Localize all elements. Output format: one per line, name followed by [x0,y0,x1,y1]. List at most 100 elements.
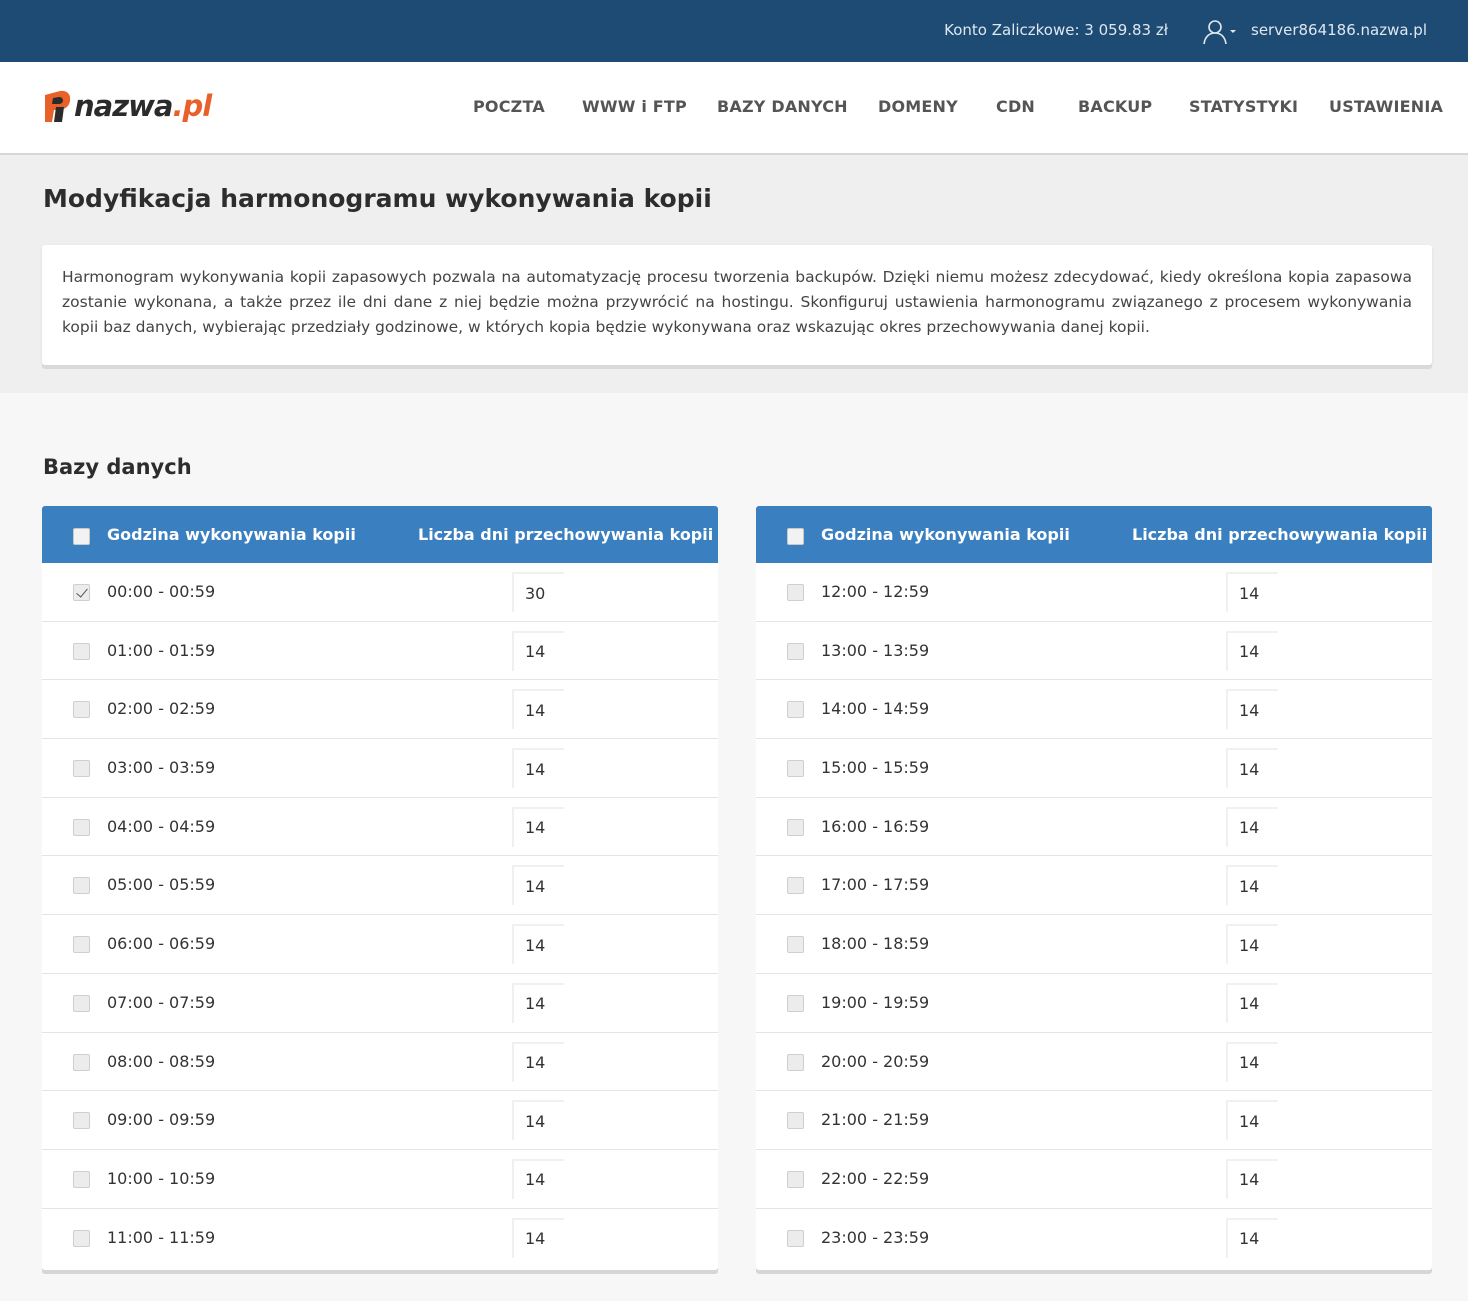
table-row: 03:00 - 03:59 [42,739,718,798]
table-row: 23:00 - 23:59 [756,1209,1432,1268]
table-row: 15:00 - 15:59 [756,739,1432,798]
hour-checkbox[interactable] [73,936,90,954]
retention-days-input[interactable] [1226,1100,1278,1141]
hour-range: 16:00 - 16:59 [821,816,930,836]
retention-days-input[interactable] [512,689,564,730]
table-row: 12:00 - 12:59 [756,563,1432,622]
retention-days-input[interactable] [1226,865,1278,906]
hour-range: 19:00 - 19:59 [821,992,930,1012]
table-body: 00:00 - 00:59 01:00 - 01:59 02:00 - 02:59 0… [42,563,718,1267]
hour-checkbox[interactable] [787,584,804,601]
column-header-hour: Godzina wykonywania kopii [107,525,356,544]
hour-range: 14:00 - 14:59 [821,699,930,719]
hour-range: 11:00 - 11:59 [107,1227,216,1247]
hour-checkbox[interactable] [73,642,90,660]
select-all-checkbox[interactable] [73,528,90,545]
column-header-days: Liczba dni przechowywania kopii [418,525,714,544]
retention-days-input[interactable] [1226,630,1278,671]
hour-checkbox[interactable] [73,877,90,895]
hour-range: 20:00 - 20:59 [821,1051,930,1071]
hour-checkbox[interactable] [73,818,90,836]
info-box: Harmonogram wykonywania kopii zapasowych… [42,245,1432,365]
retention-days-input[interactable] [512,806,564,847]
nav-domeny[interactable]: DOMENY [878,97,996,116]
hour-range: 18:00 - 18:59 [821,934,930,954]
table-row: 00:00 - 00:59 [42,563,718,622]
retention-days-input[interactable] [512,865,564,906]
retention-days-input[interactable] [512,1217,564,1258]
hour-checkbox[interactable] [73,701,90,719]
logo-icon [45,90,71,122]
schedule-table-right: Godzina wykonywania kopii Liczba dni prz… [756,506,1432,1270]
table-row: 20:00 - 20:59 [756,1033,1432,1092]
hour-checkbox[interactable] [787,936,804,954]
user-menu-icon[interactable] [1202,19,1238,45]
retention-days-input[interactable] [1226,572,1278,612]
retention-days-input[interactable] [512,1100,564,1141]
hour-checkbox[interactable] [73,1229,90,1247]
retention-days-input[interactable] [1226,924,1278,965]
retention-days-input[interactable] [512,1158,564,1199]
hour-range: 02:00 - 02:59 [107,699,216,719]
retention-days-input[interactable] [1226,689,1278,730]
hour-range: 00:00 - 00:59 [107,582,216,601]
hour-checkbox[interactable] [73,1112,90,1130]
hour-range: 05:00 - 05:59 [107,875,216,895]
column-header-hour: Godzina wykonywania kopii [821,525,1070,544]
retention-days-input[interactable] [512,748,564,789]
retention-days-input[interactable] [512,1041,564,1082]
hour-checkbox[interactable] [787,994,804,1012]
hour-checkbox[interactable] [73,994,90,1012]
hour-checkbox[interactable] [787,760,804,778]
hour-range: 21:00 - 21:59 [821,1110,930,1130]
nav-poczta[interactable]: POCZTA [473,97,582,116]
retention-days-input[interactable] [1226,1217,1278,1258]
hour-checkbox[interactable] [787,877,804,895]
hour-range: 04:00 - 04:59 [107,816,216,836]
hour-checkbox[interactable] [73,1170,90,1188]
table-row: 18:00 - 18:59 [756,915,1432,974]
hour-checkbox[interactable] [787,642,804,660]
table-header: Godzina wykonywania kopii Liczba dni prz… [756,506,1432,563]
table-body: 12:00 - 12:59 13:00 - 13:59 14:00 - 14:59 1… [756,563,1432,1267]
nav-statystyki[interactable]: STATYSTYKI [1189,97,1329,116]
hour-checkbox[interactable] [787,1053,804,1071]
hour-checkbox[interactable] [787,1112,804,1130]
retention-days-input[interactable] [1226,1041,1278,1082]
nav-www-ftp[interactable]: WWW i FTP [582,97,717,116]
table-row: 16:00 - 16:59 [756,798,1432,857]
hour-checkbox[interactable] [73,1053,90,1071]
hour-checkbox[interactable] [73,584,90,601]
nav-backup[interactable]: BACKUP [1078,97,1189,116]
account-balance[interactable]: Konto Zaliczkowe: 3 059.83 zł [944,21,1168,39]
select-all-checkbox[interactable] [787,528,804,545]
main-header: nazwa.pl POCZTA WWW i FTP BAZY DANYCH DO… [0,62,1468,155]
table-row: 02:00 - 02:59 [42,680,718,740]
hour-checkbox[interactable] [787,1229,804,1247]
nav-cdn[interactable]: CDN [996,97,1078,116]
table-row: 06:00 - 06:59 [42,915,718,974]
retention-days-input[interactable] [1226,982,1278,1023]
hour-checkbox[interactable] [787,818,804,836]
hour-range: 01:00 - 01:59 [107,640,216,660]
retention-days-input[interactable] [1226,806,1278,847]
retention-days-input[interactable] [512,572,564,612]
table-row: 04:00 - 04:59 [42,798,718,857]
hour-checkbox[interactable] [787,1170,804,1188]
info-description: Harmonogram wykonywania kopii zapasowych… [62,268,1412,336]
hour-checkbox[interactable] [73,760,90,778]
retention-days-input[interactable] [512,982,564,1023]
logo[interactable]: nazwa.pl [42,89,212,129]
top-bar: Konto Zaliczkowe: 3 059.83 zł server8641… [0,0,1468,62]
retention-days-input[interactable] [512,630,564,671]
retention-days-input[interactable] [1226,1158,1278,1199]
nav-bazy-danych[interactable]: BAZY DANYCH [717,97,878,116]
retention-days-input[interactable] [512,924,564,965]
table-row: 19:00 - 19:59 [756,974,1432,1033]
hour-checkbox[interactable] [787,701,804,719]
server-name[interactable]: server864186.nazwa.pl [1251,21,1427,39]
retention-days-input[interactable] [1226,748,1278,789]
table-header: Godzina wykonywania kopii Liczba dni prz… [42,506,718,563]
table-row: 01:00 - 01:59 [42,622,718,681]
nav-ustawienia[interactable]: USTAWIENIA [1329,97,1443,116]
